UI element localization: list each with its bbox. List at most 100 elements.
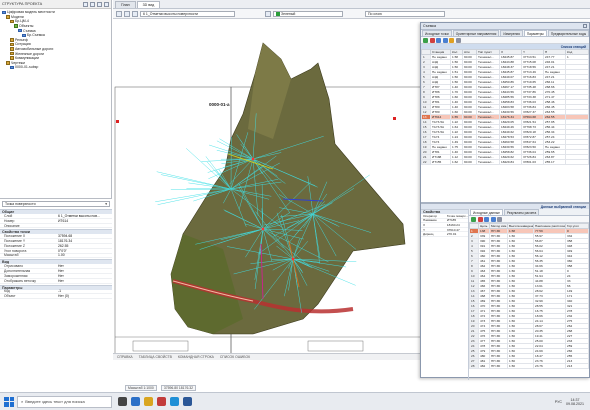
station-marker[interactable] bbox=[261, 227, 265, 231]
tree-tool-icon[interactable] bbox=[97, 1, 102, 7]
tab-error-list[interactable]: СПИСОК ОШИБОК bbox=[220, 355, 250, 359]
app-blue-icon[interactable] bbox=[170, 397, 179, 406]
object-type-select[interactable]: Точка поверхности ▾ bbox=[2, 201, 110, 207]
table-cell[interactable]: Техникал... bbox=[476, 159, 500, 165]
survey-tab[interactable]: Параметры bbox=[523, 30, 547, 36]
station-prop-value[interactable]: Точка поверх... bbox=[447, 214, 468, 218]
delete-icon[interactable] bbox=[429, 37, 435, 43]
station-prop-value[interactable]: ИТ185 bbox=[447, 218, 468, 222]
table-cell[interactable]: 18229.84 bbox=[499, 159, 522, 165]
tree-node[interactable]: 0000-01-subsp bbox=[2, 65, 109, 70]
table-cell[interactable]: 1.50 bbox=[507, 363, 534, 369]
task-view-icon[interactable] bbox=[118, 397, 127, 406]
property-value[interactable]: ИТ614 bbox=[56, 219, 112, 223]
scale-indicator[interactable]: Масштаб 1:1000 bbox=[125, 384, 157, 391]
undo-icon[interactable] bbox=[116, 10, 122, 17]
table-cell[interactable] bbox=[565, 159, 589, 165]
table-cell[interactable]: 482 bbox=[478, 363, 490, 369]
select-icon[interactable] bbox=[132, 10, 138, 17]
survey-window: Съемка Исходные точки Ориентирные направл… bbox=[420, 22, 590, 380]
edge-browser-icon[interactable] bbox=[131, 397, 140, 406]
station-prop-value[interactable]: 18160.24 bbox=[447, 223, 468, 227]
column-header[interactable]: Наклонное расстояние bbox=[533, 223, 566, 229]
close-icon[interactable] bbox=[104, 1, 109, 7]
calculate-icon[interactable] bbox=[449, 37, 454, 43]
property-key: Положение X bbox=[4, 234, 26, 239]
property-row[interactable]: Объект Нет (0) bbox=[0, 294, 112, 300]
column-header[interactable]: Высота наведения bbox=[507, 223, 534, 229]
table-cell[interactable]: НП 3D bbox=[489, 363, 508, 369]
windows-start-icon[interactable] bbox=[4, 396, 14, 407]
measurements-tab[interactable]: Исходные данные bbox=[470, 209, 503, 215]
add-icon[interactable] bbox=[471, 216, 476, 222]
table-cell[interactable]: 23.76 bbox=[533, 363, 566, 369]
tree-tool-icon[interactable] bbox=[83, 1, 88, 7]
property-value[interactable]: Нет bbox=[56, 274, 112, 278]
tree-tool-icon[interactable] bbox=[90, 1, 95, 7]
move-up-icon[interactable] bbox=[484, 216, 489, 222]
survey-tab[interactable]: Исходные точки bbox=[422, 30, 452, 36]
station-prop-value[interactable]: 37610.47 bbox=[447, 228, 468, 232]
column-header[interactable]: Метод изм. bbox=[489, 223, 508, 229]
table-cell[interactable]: 213 bbox=[565, 363, 589, 369]
property-row[interactable]: Отображать веточку Нет bbox=[0, 279, 112, 284]
survey-window-titlebar[interactable]: Съемка bbox=[421, 23, 589, 30]
station-marker[interactable] bbox=[291, 257, 295, 261]
station-prop-value[interactable]: 270.01 bbox=[447, 232, 468, 236]
language-indicator[interactable]: РУС bbox=[555, 400, 562, 404]
property-value[interactable]: 262.55 bbox=[56, 244, 112, 248]
layer-props-icon[interactable] bbox=[265, 10, 271, 17]
property-value[interactable]: 18176.34 bbox=[56, 239, 112, 243]
survey-tab[interactable]: Измерения bbox=[500, 30, 523, 36]
close-icon[interactable] bbox=[583, 24, 587, 28]
survey-tab[interactable]: Ориентирные направления bbox=[452, 30, 500, 36]
table-cell[interactable]: ИТ155 bbox=[430, 159, 451, 165]
redo-icon[interactable] bbox=[124, 10, 130, 17]
settings-icon[interactable] bbox=[455, 37, 461, 43]
tab-plan[interactable]: План bbox=[115, 1, 136, 8]
station-prop-row[interactable]: Дирекц. 270.01 bbox=[421, 232, 468, 237]
file-explorer-icon[interactable] bbox=[144, 397, 153, 406]
move-down-icon[interactable] bbox=[490, 216, 496, 222]
property-value[interactable]: 1.00 bbox=[56, 253, 112, 257]
add-icon[interactable] bbox=[423, 37, 428, 43]
property-value[interactable]: -1 bbox=[56, 289, 112, 293]
measurements-tab[interactable]: Результаты расчета bbox=[503, 209, 540, 215]
table-cell[interactable]: 37801.03 bbox=[521, 159, 544, 165]
table-cell[interactable]: 255.17 bbox=[543, 159, 566, 165]
sheet-marker bbox=[393, 117, 396, 120]
color-select[interactable]: Зеленый bbox=[273, 10, 343, 17]
table-cell[interactable]: 90.00 bbox=[462, 159, 477, 165]
property-value[interactable]: Нет bbox=[56, 269, 112, 273]
app-red-icon[interactable] bbox=[157, 397, 166, 406]
style-select[interactable]: По слою bbox=[365, 10, 445, 17]
table-row[interactable]: 22 ИТ155 1.62 90.00 Техникал... 18229.84 37801… bbox=[421, 159, 589, 165]
layer-select[interactable]: 6 1_Отметки высоты поверхности bbox=[140, 10, 235, 17]
clock[interactable]: 14:37 09.08.2021 bbox=[566, 398, 584, 406]
tab-help[interactable]: СПРАВКА bbox=[117, 355, 133, 359]
property-value[interactable]: Нет bbox=[56, 279, 112, 283]
word-icon[interactable] bbox=[183, 397, 192, 406]
delete-icon[interactable] bbox=[477, 216, 483, 222]
property-value[interactable]: 6 1_Отметки высоты пов... bbox=[56, 214, 112, 218]
property-row[interactable]: Масштаб 1.00 bbox=[0, 253, 112, 259]
table-row[interactable]: 28 482 НП 3D 1.50 23.76 213 bbox=[469, 363, 589, 369]
drawing-canvas[interactable]: 0000-01-a bbox=[113, 19, 420, 353]
drawing-svg[interactable] bbox=[113, 19, 420, 353]
move-down-icon[interactable] bbox=[442, 37, 448, 43]
tab-3d[interactable]: 3D вид bbox=[136, 1, 161, 8]
property-value[interactable]: Нет bbox=[56, 264, 112, 268]
tab-command-line[interactable]: КОМАНДНАЯ СТРОКА bbox=[178, 355, 214, 359]
survey-tab[interactable]: Предварительные ходы bbox=[547, 30, 589, 36]
station-marker[interactable] bbox=[251, 157, 255, 161]
tab-properties-table[interactable]: ТАБЛИЦА СВОЙСТВ bbox=[139, 355, 172, 359]
property-value[interactable]: Нет (0) bbox=[56, 294, 112, 298]
property-row[interactable]: Описание bbox=[0, 224, 112, 229]
move-up-icon[interactable] bbox=[436, 37, 441, 43]
settings-icon[interactable] bbox=[497, 216, 502, 222]
folder-icon bbox=[10, 51, 14, 56]
property-value[interactable]: 0°0'0" bbox=[56, 249, 112, 253]
taskbar-search-input[interactable]: ⌕ Введите здесь текст для поиска bbox=[17, 395, 112, 408]
property-value[interactable]: 37594.68 bbox=[56, 234, 112, 238]
table-cell[interactable]: 1.62 bbox=[450, 159, 463, 165]
